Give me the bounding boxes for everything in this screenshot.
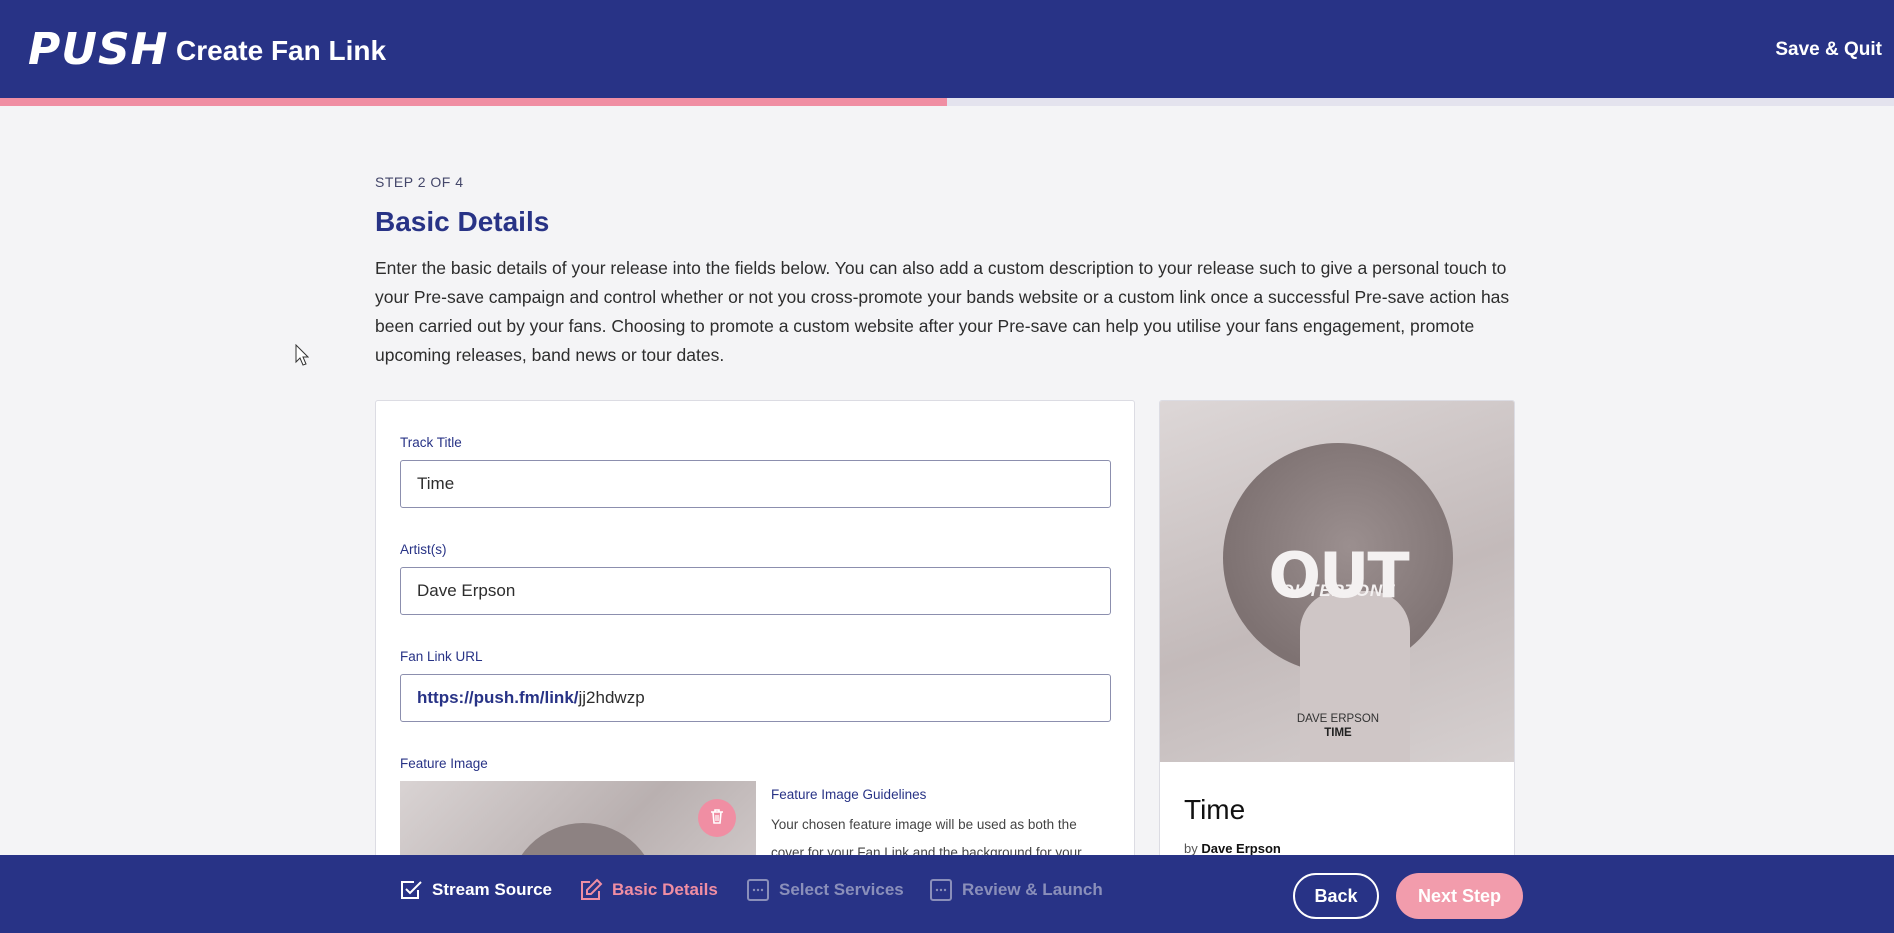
dots-square-icon xyxy=(928,877,954,903)
cover-logo: OUT xyxy=(1268,539,1409,612)
fan-link-url-slug[interactable]: jj2hdwzp xyxy=(579,675,645,721)
step-stream-source-label: Stream Source xyxy=(432,880,552,899)
step-basic-details[interactable]: Basic Details xyxy=(578,877,718,903)
mouse-cursor-icon xyxy=(295,343,310,371)
basic-details-form: Track Title Time Artist(s) Dave Erpson F… xyxy=(375,400,1135,860)
top-header: PUSH Create Fan Link Save & Quit xyxy=(0,0,1894,98)
fan-link-url-prefix: https://push.fm/link/ xyxy=(417,688,579,707)
check-square-icon xyxy=(398,877,424,903)
step-review-launch[interactable]: Review & Launch xyxy=(928,877,1103,903)
next-step-button[interactable]: Next Step xyxy=(1396,873,1523,919)
artists-label: Artist(s) xyxy=(400,542,447,557)
track-title-input[interactable]: Time xyxy=(400,460,1111,508)
progress-bar xyxy=(0,98,1894,106)
push-logo[interactable]: PUSH xyxy=(28,26,169,74)
section-title: Basic Details xyxy=(375,206,550,237)
artists-input[interactable]: Dave Erpson xyxy=(400,567,1111,615)
step-select-services[interactable]: Select Services xyxy=(745,877,904,903)
fan-link-preview: OUT OUTERTONE DAVE ERPSON TIME Time by D… xyxy=(1159,400,1515,860)
dots-square-icon xyxy=(745,877,771,903)
edit-icon xyxy=(578,877,604,903)
step-indicator: STEP 2 OF 4 xyxy=(375,174,464,190)
preview-by-label: by xyxy=(1184,841,1198,856)
trash-icon xyxy=(708,807,726,830)
preview-artist-line: by Dave Erpson xyxy=(1184,841,1281,856)
fan-link-url-input[interactable]: https://push.fm/link/jj2hdwzp xyxy=(400,674,1111,722)
feature-image-label: Feature Image xyxy=(400,756,488,771)
bottom-navigation-bar: Stream Source Basic Details Select Servi… xyxy=(0,855,1894,933)
preview-artist-name: Dave Erpson xyxy=(1201,841,1281,856)
preview-track-title: Time xyxy=(1184,794,1246,825)
step-stream-source[interactable]: Stream Source xyxy=(398,877,552,903)
fan-link-url-label: Fan Link URL xyxy=(400,649,483,664)
track-title-label: Track Title xyxy=(400,435,462,450)
save-and-quit-button[interactable]: Save & Quit xyxy=(1775,38,1882,62)
back-button[interactable]: Back xyxy=(1293,873,1379,919)
step-select-services-label: Select Services xyxy=(779,880,904,899)
preview-cover-image: OUT OUTERTONE DAVE ERPSON TIME xyxy=(1160,401,1514,762)
page-title: Create Fan Link xyxy=(176,35,387,66)
cover-logo-subtitle: OUTERTONE xyxy=(1280,581,1396,600)
delete-image-button[interactable] xyxy=(698,799,736,837)
feature-image-guidelines-text: Your chosen feature image will be used a… xyxy=(771,817,1082,860)
feature-image-guidelines-title: Feature Image Guidelines xyxy=(771,787,927,802)
step-basic-details-label: Basic Details xyxy=(612,880,718,899)
intro-description: Enter the basic details of your release … xyxy=(375,258,1510,365)
cover-artist-text: DAVE ERPSON xyxy=(1296,713,1380,725)
progress-bar-fill xyxy=(0,98,947,106)
cover-track-text: TIME xyxy=(1324,727,1352,739)
step-review-launch-label: Review & Launch xyxy=(962,880,1103,899)
